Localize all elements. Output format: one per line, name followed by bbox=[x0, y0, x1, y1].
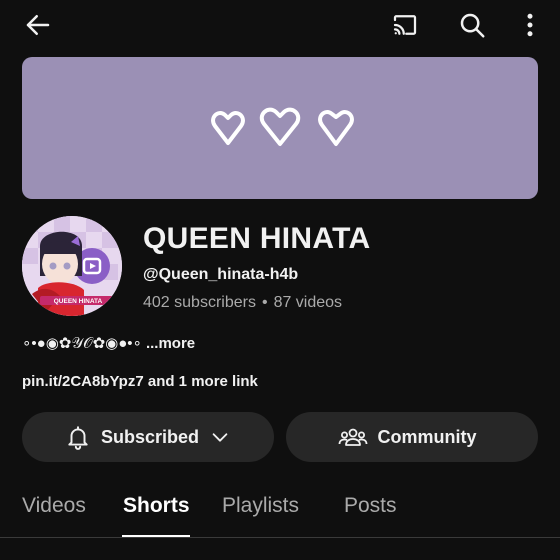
tab-playlists[interactable]: Playlists bbox=[222, 494, 299, 518]
avatar-illustration: QUEEN HINATA bbox=[22, 216, 122, 316]
tab-shorts[interactable]: Shorts bbox=[123, 494, 190, 518]
channel-name: QUEEN HINATA bbox=[143, 222, 371, 255]
channel-stats: 402 subscribers • 87 videos bbox=[143, 294, 342, 312]
channel-links[interactable]: pin.it/2CA8bYpz7 and 1 more link bbox=[22, 373, 258, 390]
tabs-divider bbox=[0, 537, 560, 538]
channel-description[interactable]: ∘•●◉✿𝒴𝒪✿◉●•∘ ...more bbox=[22, 334, 195, 352]
top-app-bar bbox=[0, 0, 560, 52]
tab-posts[interactable]: Posts bbox=[344, 494, 397, 518]
more-options-button[interactable] bbox=[510, 5, 550, 45]
search-icon bbox=[460, 13, 485, 38]
channel-handle: @Queen_hinata-h4b bbox=[143, 266, 299, 283]
heart-icon bbox=[259, 107, 301, 146]
subscriber-count: 402 subscribers bbox=[143, 294, 256, 311]
banner-hearts bbox=[211, 107, 354, 146]
more-link[interactable]: ...more bbox=[146, 335, 195, 352]
back-button[interactable] bbox=[18, 5, 58, 45]
back-arrow-icon bbox=[26, 15, 50, 35]
chevron-down-icon bbox=[212, 433, 228, 442]
channel-banner[interactable] bbox=[22, 57, 538, 199]
tab-videos[interactable]: Videos bbox=[22, 494, 86, 518]
subscribed-label: Subscribed bbox=[100, 426, 200, 447]
community-icon bbox=[338, 428, 367, 446]
community-label: Community bbox=[377, 426, 477, 447]
search-button[interactable] bbox=[452, 5, 492, 45]
avatar-caption: QUEEN HINATA bbox=[54, 298, 103, 305]
heart-icon bbox=[318, 110, 354, 146]
description-text: ∘•●◉✿𝒴𝒪✿◉●•∘ bbox=[22, 335, 142, 352]
more-vertical-icon bbox=[527, 13, 533, 37]
cast-button[interactable] bbox=[385, 5, 425, 45]
bell-icon bbox=[68, 426, 88, 450]
stats-separator: • bbox=[261, 294, 268, 311]
heart-icon bbox=[211, 111, 245, 145]
video-count: 87 videos bbox=[273, 294, 343, 311]
cast-icon bbox=[393, 15, 417, 35]
channel-avatar[interactable]: QUEEN HINATA bbox=[22, 216, 122, 316]
channel-tabs: Videos Shorts Playlists Posts bbox=[0, 478, 560, 538]
subscribed-button[interactable]: Subscribed bbox=[22, 412, 274, 462]
community-button[interactable]: Community bbox=[286, 412, 538, 462]
